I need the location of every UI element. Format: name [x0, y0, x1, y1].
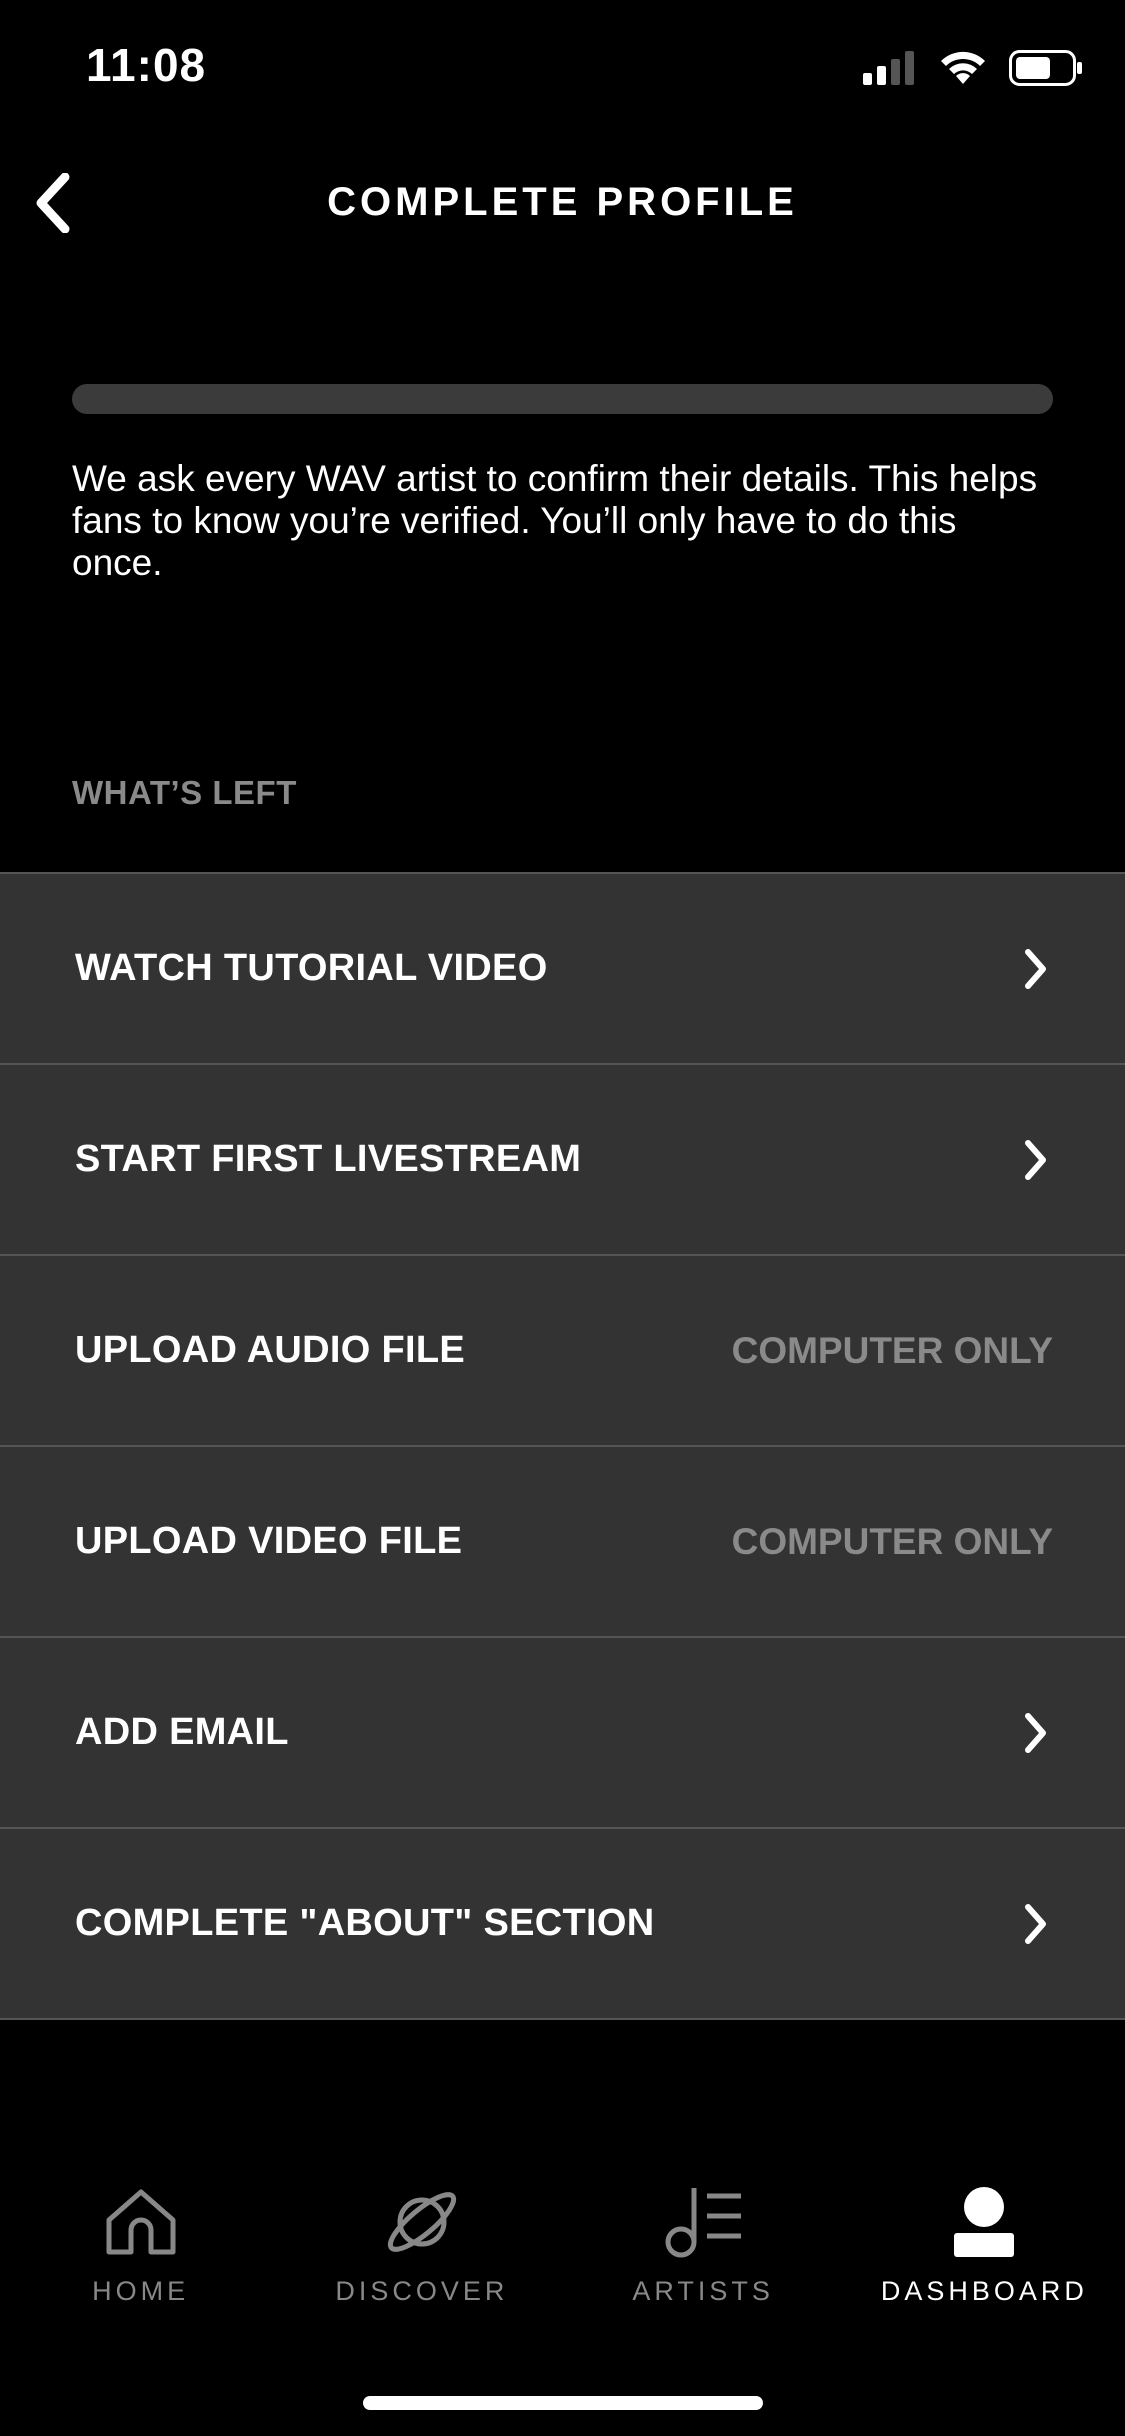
chevron-right-icon: [1019, 1901, 1053, 1947]
computer-only-note: COMPUTER ONLY: [731, 1520, 1053, 1562]
user-icon: [942, 2180, 1026, 2264]
tab-label: ARTISTS: [632, 2276, 774, 2306]
computer-only-note: COMPUTER ONLY: [731, 1329, 1053, 1371]
tab-label: DISCOVER: [335, 2276, 509, 2306]
wifi-icon: [941, 51, 985, 84]
music-note-list-icon: [661, 2180, 745, 2264]
task-label: COMPLETE "ABOUT" SECTION: [75, 1902, 655, 1944]
tab-home[interactable]: HOME: [0, 2180, 281, 2330]
chevron-right-icon: [1019, 946, 1053, 992]
chevron-right-icon: [1019, 1710, 1053, 1756]
status-bar: 11:08: [0, 0, 1125, 130]
status-icons: [863, 50, 1083, 86]
tab-artists[interactable]: ARTISTS: [563, 2180, 844, 2330]
planet-icon: [380, 2180, 464, 2264]
home-indicator[interactable]: [363, 2396, 763, 2410]
intro-text: We ask every WAV artist to confirm their…: [72, 458, 1038, 583]
status-time: 11:08: [86, 39, 207, 91]
chevron-right-icon: [1019, 1137, 1053, 1183]
task-complete-about-section[interactable]: COMPLETE "ABOUT" SECTION: [0, 1827, 1125, 2020]
task-label: UPLOAD VIDEO FILE: [75, 1520, 463, 1562]
tab-discover[interactable]: DISCOVER: [281, 2180, 562, 2330]
task-upload-audio-file[interactable]: UPLOAD AUDIO FILE COMPUTER ONLY: [0, 1254, 1125, 1445]
task-list: WATCH TUTORIAL VIDEO START FIRST LIVESTR…: [0, 872, 1125, 2020]
profile-progress-bar: [72, 384, 1053, 414]
home-icon: [99, 2180, 183, 2264]
tab-label: HOME: [92, 2276, 190, 2306]
page-title: COMPLETE PROFILE: [327, 180, 798, 224]
tab-bar: HOME DISCOVER ARTISTS DASHBOARD: [0, 2180, 1125, 2330]
tab-dashboard[interactable]: DASHBOARD: [844, 2180, 1125, 2330]
task-add-email[interactable]: ADD EMAIL: [0, 1636, 1125, 1827]
task-upload-video-file[interactable]: UPLOAD VIDEO FILE COMPUTER ONLY: [0, 1445, 1125, 1636]
nav-bar: COMPLETE PROFILE: [0, 150, 1125, 260]
task-label: ADD EMAIL: [75, 1711, 289, 1753]
task-start-first-livestream[interactable]: START FIRST LIVESTREAM: [0, 1063, 1125, 1254]
tab-label: DASHBOARD: [880, 2276, 1088, 2306]
battery-icon: [1009, 50, 1082, 86]
task-label: UPLOAD AUDIO FILE: [75, 1329, 466, 1371]
task-label: START FIRST LIVESTREAM: [75, 1138, 582, 1180]
task-watch-tutorial-video[interactable]: WATCH TUTORIAL VIDEO: [0, 872, 1125, 1063]
task-label: WATCH TUTORIAL VIDEO: [75, 947, 548, 989]
signal-icon: [863, 51, 914, 85]
section-label: WHAT’S LEFT: [72, 774, 297, 811]
